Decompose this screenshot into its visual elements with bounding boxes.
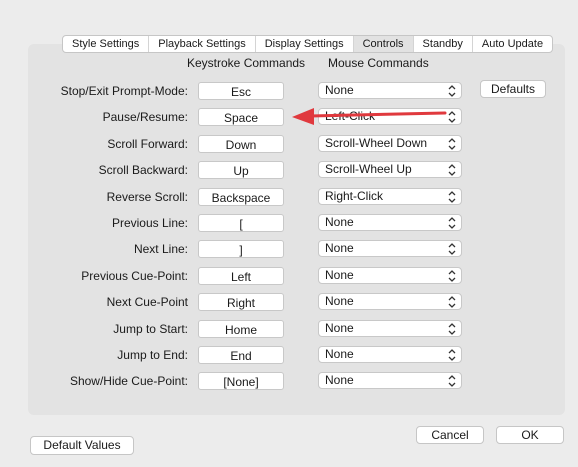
row-label: Scroll Backward: (98, 163, 188, 177)
keystroke-field[interactable]: Down (198, 135, 284, 153)
mouse-command-value: None (325, 268, 354, 282)
keystroke-field[interactable]: Home (198, 320, 284, 338)
mouse-command-select[interactable]: Left-Click (318, 108, 462, 125)
row-label: Scroll Forward: (107, 137, 188, 151)
mouse-command-value: None (325, 347, 354, 361)
mouse-command-value: Right-Click (325, 189, 384, 203)
mouse-command-select[interactable]: None (318, 267, 462, 284)
keystroke-field[interactable]: Backspace (198, 188, 284, 206)
mouse-command-select[interactable]: None (318, 82, 462, 99)
tab-style-settings[interactable]: Style Settings (63, 36, 150, 52)
mouse-command-value: Scroll-Wheel Up (325, 162, 412, 176)
keystroke-field[interactable]: Up (198, 161, 284, 179)
row-label: Previous Line: (111, 216, 188, 230)
mouse-command-select[interactable]: Scroll-Wheel Down (318, 135, 462, 152)
mouse-command-select[interactable]: Right-Click (318, 188, 462, 205)
cancel-button[interactable]: Cancel (416, 426, 484, 444)
keystroke-field[interactable]: Right (198, 293, 284, 311)
tab-playback-settings[interactable]: Playback Settings (149, 36, 256, 52)
ok-button[interactable]: OK (496, 426, 564, 444)
mouse-command-select[interactable]: None (318, 372, 462, 389)
row-label: Stop/Exit Prompt-Mode: (60, 84, 188, 98)
mouse-command-value: None (325, 294, 354, 308)
tab-display-settings[interactable]: Display Settings (256, 36, 354, 52)
mouse-command-value: None (325, 241, 354, 255)
mouse-command-select[interactable]: None (318, 320, 462, 337)
row-label: Jump to Start: (113, 322, 188, 336)
tab-auto-update[interactable]: Auto Update (473, 36, 552, 52)
row-label: Next Cue-Point (106, 295, 188, 309)
mouse-column-header: Mouse Commands (328, 56, 429, 70)
mouse-command-value: Scroll-Wheel Down (325, 136, 428, 150)
mouse-command-value: None (325, 215, 354, 229)
keystroke-column-header: Keystroke Commands (187, 56, 306, 70)
mouse-command-value: None (325, 83, 354, 97)
keystroke-field[interactable]: ] (198, 240, 284, 258)
keystroke-field[interactable]: End (198, 346, 284, 364)
mouse-command-select[interactable]: None (318, 346, 462, 363)
tab-controls[interactable]: Controls (353, 36, 414, 52)
defaults-button[interactable]: Defaults (480, 80, 546, 98)
mouse-command-select[interactable]: None (318, 214, 462, 231)
row-label: Jump to End: (117, 348, 188, 362)
row-label: Next Line: (133, 242, 188, 256)
tab-standby[interactable]: Standby (414, 36, 473, 52)
keystroke-field[interactable]: Space (198, 108, 284, 126)
keystroke-field[interactable]: Esc (198, 82, 284, 100)
keystroke-field[interactable]: [None] (198, 372, 284, 390)
mouse-command-select[interactable]: None (318, 240, 462, 257)
mouse-command-value: None (325, 373, 354, 387)
controls-panel (28, 44, 565, 415)
row-label: Reverse Scroll: (106, 190, 188, 204)
keystroke-field[interactable]: Left (198, 267, 284, 285)
row-label: Previous Cue-Point: (81, 269, 188, 283)
mouse-command-value: Left-Click (325, 109, 376, 123)
default-values-button[interactable]: Default Values (30, 436, 134, 455)
row-label: Show/Hide Cue-Point: (69, 374, 188, 388)
mouse-command-value: None (325, 321, 354, 335)
tab-bar: Style Settings Playback Settings Display… (62, 35, 554, 53)
row-label: Pause/Resume: (102, 110, 188, 124)
keystroke-field[interactable]: [ (198, 214, 284, 232)
mouse-command-select[interactable]: Scroll-Wheel Up (318, 161, 462, 178)
mouse-command-select[interactable]: None (318, 293, 462, 310)
